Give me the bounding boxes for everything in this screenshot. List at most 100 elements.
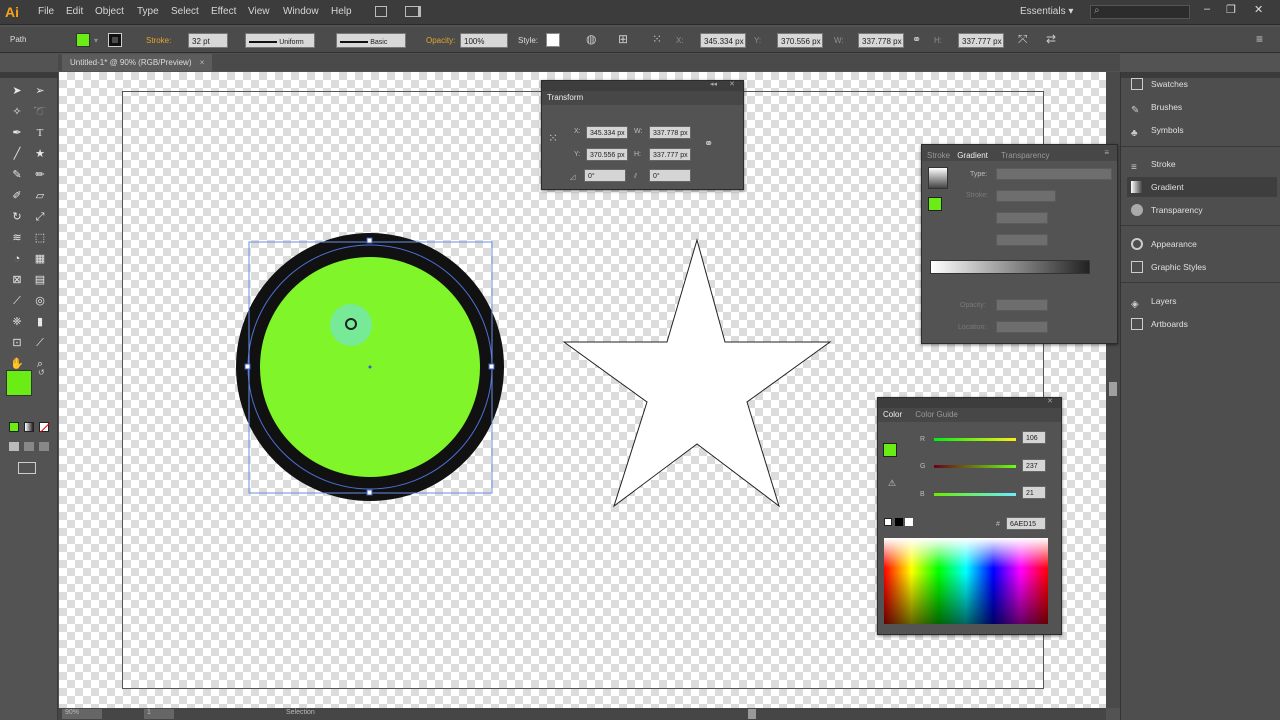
opacity-label[interactable]: Opacity: <box>426 36 455 45</box>
paintbrush-tool-icon[interactable]: ✎ <box>8 166 26 184</box>
page-field[interactable]: 1 <box>144 709 174 719</box>
gradient-panel-menu-icon[interactable]: ≡ <box>1104 148 1109 157</box>
type-tool-icon[interactable]: T <box>31 124 49 142</box>
width-field[interactable]: 337.778 px <box>858 33 904 48</box>
direct-selection-tool-icon[interactable]: ➢ <box>31 82 49 100</box>
swap-fill-stroke-icon[interactable]: ↺ <box>38 368 45 377</box>
gradient-preview-swatch[interactable] <box>928 167 948 189</box>
symbol-sprayer-tool-icon[interactable]: ❈ <box>8 313 26 331</box>
color-fill-swatch[interactable] <box>883 443 897 457</box>
dock-item-artboards[interactable]: Artboards <box>1127 314 1277 334</box>
dock-item-appearance[interactable]: Appearance <box>1127 234 1277 254</box>
eraser-tool-icon[interactable]: ▱ <box>31 187 49 205</box>
anchor-top[interactable] <box>366 237 373 244</box>
b-field[interactable]: 21 <box>1022 486 1046 499</box>
dock-item-stroke[interactable]: ≡ Stroke <box>1127 154 1277 174</box>
free-transform-tool-icon[interactable]: ⬚ <box>31 229 49 247</box>
align-icon[interactable]: ⊞ <box>618 32 628 46</box>
shape-builder-tool-icon[interactable]: ◔ <box>8 250 26 268</box>
menu-view[interactable]: View <box>248 6 270 17</box>
aspect-ratio-field[interactable] <box>996 234 1048 246</box>
vertical-scroll-thumb[interactable] <box>1109 382 1117 396</box>
gradient-location-field[interactable] <box>996 321 1048 333</box>
reference-point-grid-icon[interactable]: ⁙ <box>548 131 558 145</box>
line-segment-tool-icon[interactable]: ╱ <box>8 145 26 163</box>
search-input[interactable]: ⌕ <box>1090 5 1190 19</box>
blend-tool-icon[interactable]: ◎ <box>31 292 49 310</box>
dock-item-symbols[interactable]: ♣ Symbols <box>1127 120 1277 140</box>
menu-type[interactable]: Type <box>137 6 159 17</box>
stroke-weight-field[interactable]: 32 pt <box>188 33 228 48</box>
perspective-grid-tool-icon[interactable]: ▦ <box>31 250 49 268</box>
tab-transparency[interactable]: Transparency <box>1001 151 1050 160</box>
color-mode-button[interactable] <box>9 422 19 432</box>
tab-color[interactable]: Color <box>883 410 902 419</box>
rotate-field[interactable]: 0° <box>584 169 626 182</box>
transform-close-icon[interactable]: ✕ <box>729 80 735 88</box>
draw-behind-icon[interactable] <box>24 442 34 451</box>
transform-y-field[interactable]: 370.556 px <box>586 148 628 161</box>
transform-w-field[interactable]: 337.778 px <box>649 126 691 139</box>
anchor-right[interactable] <box>488 363 495 370</box>
dock-item-brushes[interactable]: ✎ Brushes <box>1127 97 1277 117</box>
transform-x-field[interactable]: 345.334 px <box>586 126 628 139</box>
mesh-tool-icon[interactable]: ⊠ <box>8 271 26 289</box>
anchor-bottom[interactable] <box>366 489 373 496</box>
color-panel-close-icon[interactable]: ✕ <box>1047 397 1053 405</box>
constrain-proportions-icon[interactable]: ⚭ <box>912 33 921 46</box>
out-of-gamut-icon[interactable]: ⚠ <box>888 478 896 489</box>
menu-object[interactable]: Object <box>95 6 124 17</box>
eyedropper-tool-icon[interactable]: ⟋ <box>8 292 26 310</box>
none-mode-button[interactable] <box>39 422 50 433</box>
lasso-tool-icon[interactable]: ➰ <box>31 103 49 121</box>
control-panel-menu-icon[interactable]: ≡ <box>1256 32 1263 46</box>
workspace-switcher[interactable]: Essentials ▾ <box>1020 6 1073 17</box>
anchor-left[interactable] <box>244 363 251 370</box>
white-swatch[interactable] <box>905 518 913 526</box>
gradient-mode-button[interactable] <box>24 422 34 432</box>
r-slider[interactable] <box>934 438 1016 441</box>
transform-icon[interactable]: ⤧ <box>1018 32 1028 47</box>
recolor-artwork-icon[interactable]: ◍ <box>586 32 596 46</box>
horizontal-scroll-thumb[interactable] <box>748 709 756 719</box>
stroke-gradient-options[interactable] <box>996 190 1056 202</box>
brush-definition[interactable]: Basic <box>336 33 406 48</box>
y-field[interactable]: 370.556 px <box>777 33 823 48</box>
rotate-tool-icon[interactable]: ↻ <box>8 208 26 226</box>
gradient-opacity-field[interactable] <box>996 299 1048 311</box>
warp-tool-icon[interactable]: ≋ <box>8 229 26 247</box>
toolbar-grip[interactable] <box>0 72 57 78</box>
blob-brush-tool-icon[interactable]: ✐ <box>8 187 26 205</box>
artboard-tool-icon[interactable]: ⊡ <box>8 334 26 352</box>
isolate-icon[interactable]: ⇄ <box>1046 32 1056 46</box>
hex-field[interactable]: 6AED15 <box>1006 517 1046 530</box>
document-tab[interactable]: Untitled-1* @ 90% (RGB/Preview) × <box>62 54 213 71</box>
pencil-tool-icon[interactable]: ✏ <box>31 166 49 184</box>
g-slider[interactable] <box>934 465 1016 468</box>
pen-tool-icon[interactable]: ✒ <box>8 124 26 142</box>
transform-h-field[interactable]: 337.777 px <box>649 148 691 161</box>
menu-help[interactable]: Help <box>331 6 352 17</box>
variable-width-profile[interactable]: Uniform <box>245 33 315 48</box>
draw-normal-icon[interactable] <box>9 442 19 451</box>
transform-panel-header[interactable]: ◂◂ ✕ <box>542 81 743 91</box>
menu-effect[interactable]: Effect <box>211 6 236 17</box>
status-tool[interactable]: Selection <box>286 709 315 716</box>
scale-tool-icon[interactable]: ⤢ <box>31 208 49 226</box>
selection-tool-icon[interactable]: ➤ <box>8 82 26 100</box>
graphic-style-swatch[interactable] <box>546 33 560 47</box>
reference-point-icon[interactable]: ⁙ <box>652 32 662 46</box>
magic-wand-tool-icon[interactable]: ✧ <box>8 103 26 121</box>
x-field[interactable]: 345.334 px <box>700 33 746 48</box>
menu-file[interactable]: File <box>38 6 54 17</box>
dock-item-transparency[interactable]: Transparency <box>1127 200 1277 220</box>
angle-field[interactable] <box>996 212 1048 224</box>
restore-button[interactable]: ❐ <box>1226 3 1236 16</box>
tab-color-guide[interactable]: Color Guide <box>915 410 958 419</box>
dock-item-graphic-styles[interactable]: Graphic Styles <box>1127 257 1277 277</box>
dock-item-swatches[interactable]: Swatches <box>1127 74 1277 94</box>
menu-window[interactable]: Window <box>283 6 319 17</box>
screen-mode-icon[interactable] <box>18 462 36 474</box>
gradient-type-select[interactable] <box>996 168 1112 180</box>
fill-dropdown-icon[interactable]: ▾ <box>94 36 98 45</box>
